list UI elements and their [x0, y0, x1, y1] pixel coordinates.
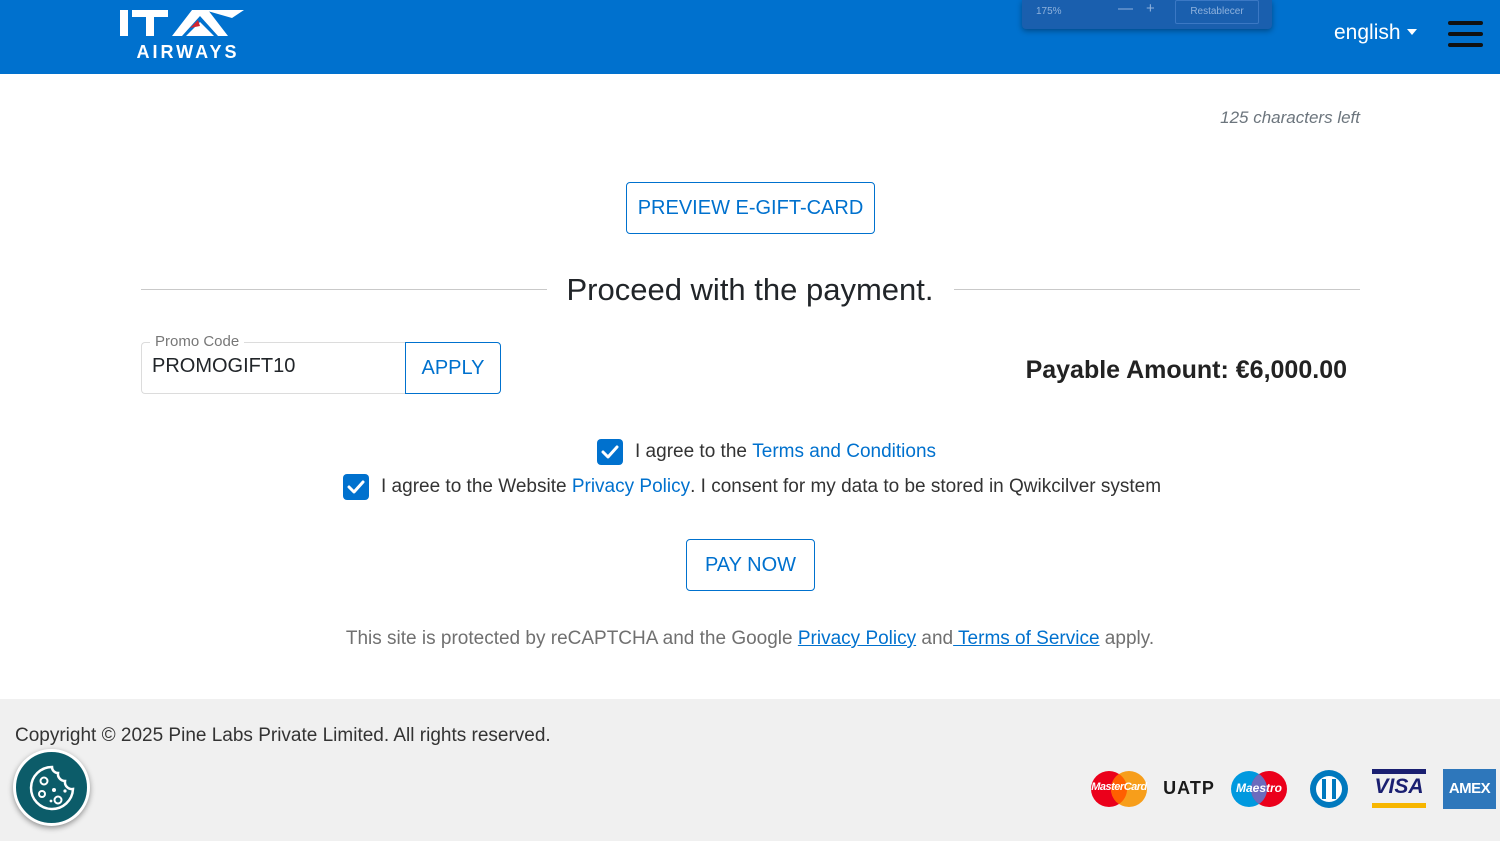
- maestro-label: Maestro: [1235, 781, 1282, 795]
- terms-prefix: I agree to the: [635, 441, 747, 462]
- pay-now-button[interactable]: PAY NOW: [686, 539, 815, 591]
- visa-label: VISA: [1374, 775, 1424, 798]
- promo-code-label: Promo Code: [150, 333, 245, 350]
- recaptcha-prefix: This site is protected by reCAPTCHA and …: [345, 628, 798, 649]
- ita-logo-mark: [120, 10, 244, 36]
- visa-logo: VISA: [1372, 769, 1426, 809]
- amex-logo: AMEX: [1443, 769, 1496, 809]
- zoom-in-button[interactable]: +: [1146, 0, 1155, 17]
- hamburger-menu-icon[interactable]: [1448, 21, 1483, 47]
- copyright-text: Copyright © 2025 Pine Labs Private Limit…: [15, 725, 551, 746]
- zoom-out-button[interactable]: —: [1118, 0, 1133, 17]
- zoom-level: 175%: [1036, 6, 1062, 17]
- privacy-agreement-row: I agree to the Website Privacy Policy. I…: [343, 474, 1161, 500]
- zoom-reset-button[interactable]: Restablecer: [1175, 0, 1259, 24]
- browser-zoom-popup: 175% — + Restablecer: [1022, 0, 1272, 29]
- divider-left: [141, 289, 547, 290]
- terms-checkbox[interactable]: [597, 439, 623, 465]
- footer: Copyright © 2025 Pine Labs Private Limit…: [0, 699, 1500, 841]
- privacy-suffix: . I consent for my data to be stored in …: [690, 476, 1162, 497]
- apply-promo-button[interactable]: APPLY: [405, 342, 501, 394]
- terms-agreement-row: I agree to the Terms and Conditions: [597, 439, 936, 465]
- google-privacy-policy-link[interactable]: Privacy Policy: [798, 628, 916, 649]
- uatp-logo: UATP: [1161, 769, 1217, 809]
- promo-code-input[interactable]: [152, 355, 392, 378]
- google-terms-of-service-link[interactable]: Terms of Service: [953, 628, 1100, 649]
- top-navbar: AIRWAYS 175% — + Restablecer english: [0, 0, 1500, 74]
- recaptcha-notice: This site is protected by reCAPTCHA and …: [0, 628, 1500, 650]
- privacy-policy-link[interactable]: Privacy Policy: [572, 476, 690, 498]
- divider-right: [954, 289, 1360, 290]
- maestro-logo: Maestro: [1229, 769, 1289, 809]
- mastercard-label: MasterCard: [1091, 781, 1147, 793]
- checkmark-icon: [601, 445, 619, 459]
- ita-airways-logo[interactable]: AIRWAYS: [120, 8, 248, 64]
- privacy-prefix: I agree to the Website: [381, 476, 567, 497]
- cookie-settings-button[interactable]: [13, 749, 90, 826]
- amex-label: AMEX: [1448, 780, 1491, 797]
- recaptcha-suffix: apply.: [1099, 628, 1155, 649]
- diners-club-logo: [1307, 769, 1351, 809]
- section-title: Proceed with the payment.: [566, 272, 934, 307]
- cookie-icon: [29, 765, 75, 811]
- preview-egift-card-button[interactable]: PREVIEW E-GIFT-CARD: [626, 182, 875, 234]
- logo-wordmark: AIRWAYS: [136, 42, 240, 62]
- terms-and-conditions-link[interactable]: Terms and Conditions: [752, 441, 936, 463]
- recaptcha-and: and: [916, 628, 954, 649]
- uatp-label: UATP: [1163, 778, 1215, 798]
- language-dropdown[interactable]: english: [1334, 21, 1417, 45]
- privacy-checkbox[interactable]: [343, 474, 369, 500]
- checkmark-icon: [347, 480, 365, 494]
- mastercard-logo: MasterCard: [1089, 769, 1149, 809]
- characters-left-counter: 125 characters left: [1220, 108, 1360, 127]
- caret-down-icon: [1406, 29, 1417, 35]
- payable-amount: Payable Amount: €6,000.00: [1025, 356, 1347, 384]
- language-label: english: [1334, 21, 1401, 44]
